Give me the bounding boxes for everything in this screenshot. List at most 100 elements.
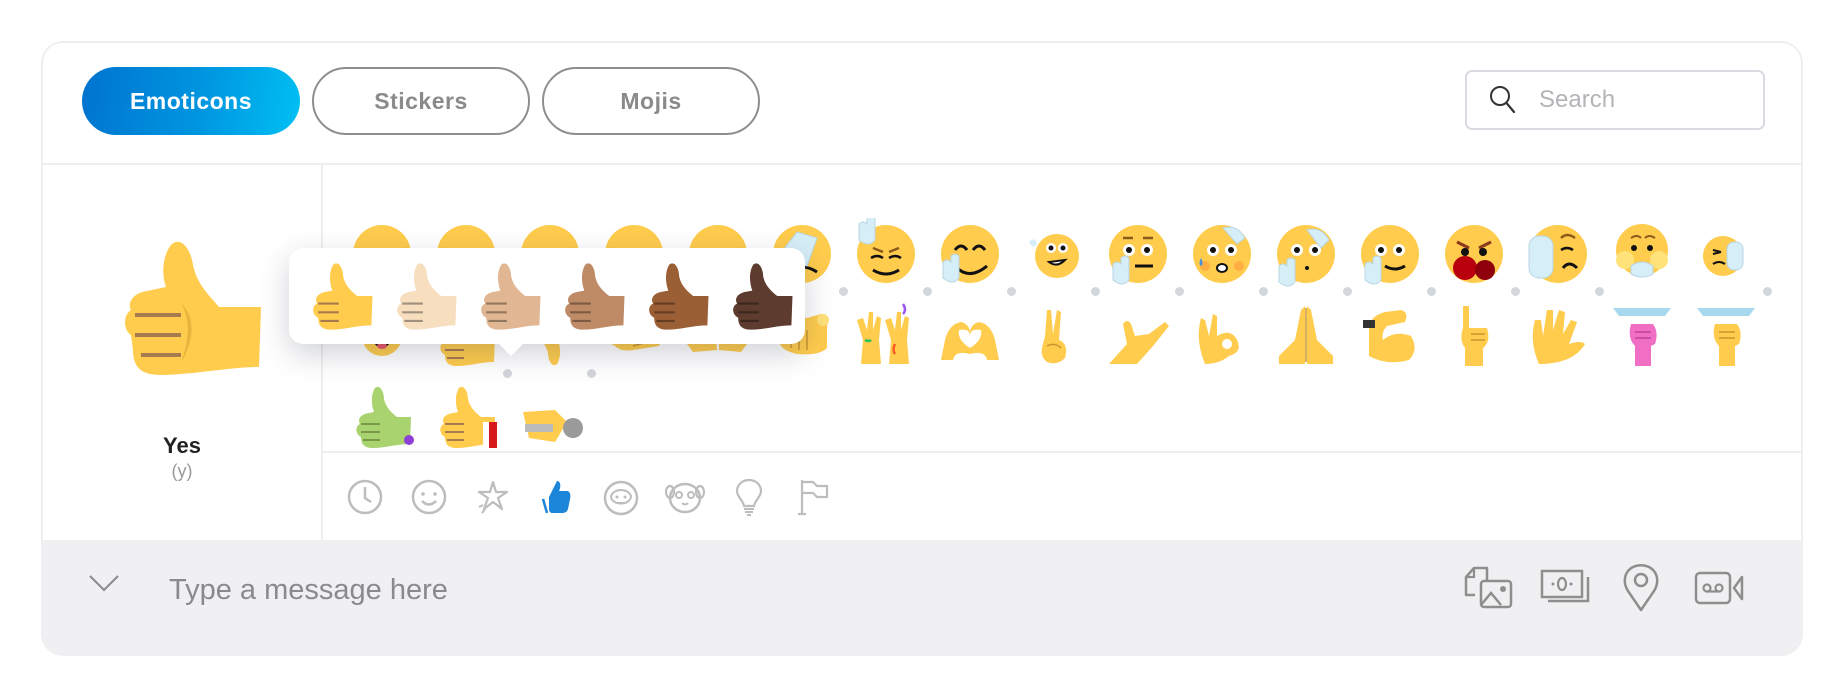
emoji-heart-hands[interactable] — [935, 300, 1005, 370]
heart-hands-icon — [941, 322, 999, 360]
emoji-raised-fist-pink[interactable] — [1607, 300, 1677, 370]
emoji-rock-on-face[interactable] — [851, 215, 921, 288]
video-message-icon — [1694, 571, 1744, 605]
emoji-fingers-crossed-face[interactable] — [935, 218, 1005, 288]
variant-indicator-dot — [839, 287, 848, 296]
emoji-wince-face[interactable] — [1691, 218, 1761, 288]
vulcan-salute-icon — [1532, 310, 1585, 364]
send-money-button[interactable] — [1537, 562, 1593, 614]
call-me-face-icon — [1361, 225, 1419, 285]
tab-stickers[interactable]: Stickers — [312, 67, 530, 135]
search-box[interactable] — [1465, 70, 1765, 130]
thumbs-up-icon — [541, 481, 571, 514]
skin-tone-medium-dark[interactable] — [639, 258, 715, 334]
category-animals[interactable] — [663, 475, 707, 519]
shocked-cover-face-icon — [1616, 224, 1668, 278]
ok-hand-icon — [1198, 314, 1239, 364]
stop-face-icon — [1528, 225, 1587, 283]
emoji-zombie-thumbs-up[interactable] — [347, 382, 417, 451]
preview-emoji-shortcut: (y) — [171, 461, 193, 481]
worried-face-icon — [1193, 225, 1251, 283]
skin-tone-dark[interactable] — [723, 258, 799, 334]
waving-face-icon — [1029, 234, 1079, 278]
search-input[interactable] — [1537, 85, 1741, 115]
emoji-flexed-biceps[interactable] — [1355, 300, 1425, 370]
emoji-hang-loose[interactable] — [1103, 300, 1173, 370]
emoji-praying-hands[interactable] — [1271, 300, 1341, 370]
variant-indicator-dot — [1511, 287, 1520, 296]
smiley-icon — [411, 479, 447, 515]
variant-indicator-dot — [503, 369, 512, 378]
category-sparkle[interactable] — [471, 475, 515, 519]
emoji-boxing-face[interactable] — [1439, 218, 1509, 288]
emoji-victory[interactable] — [1019, 300, 1089, 370]
message-composer — [43, 540, 1801, 654]
emoji-ok-hand[interactable] — [1187, 300, 1257, 370]
thumbs-up-icon — [649, 263, 709, 330]
emoji-santa-thumbs-up[interactable] — [431, 382, 501, 451]
emoji-rock-hand[interactable] — [1439, 300, 1509, 370]
rock-on-face-icon — [857, 215, 915, 283]
variant-indicator-dot — [1427, 287, 1436, 296]
skin-tone-medium-light[interactable] — [471, 258, 547, 334]
emoji-microphone-hand[interactable] — [515, 382, 585, 451]
boxing-face-icon — [1445, 225, 1503, 283]
emoji-hiding-face[interactable] — [1271, 218, 1341, 288]
raised-fist-icon — [1697, 308, 1755, 366]
variant-indicator-dot — [587, 369, 596, 378]
flexed-biceps-icon — [1363, 310, 1415, 363]
thinking-finger-face-icon — [1109, 225, 1167, 285]
flag-icon — [798, 480, 829, 516]
tab-emoticons[interactable]: Emoticons — [82, 67, 300, 135]
skin-tone-light[interactable] — [387, 258, 463, 334]
chevron-down-icon[interactable] — [87, 572, 121, 594]
category-flags[interactable] — [791, 475, 835, 519]
skin-tone-default[interactable] — [303, 258, 379, 334]
thumbs-up-icon — [397, 263, 457, 330]
message-input[interactable] — [167, 565, 1071, 615]
emoji-worried-face[interactable] — [1187, 218, 1257, 288]
emoji-waving-face[interactable] — [1019, 218, 1089, 288]
category-hands[interactable] — [535, 475, 579, 519]
category-smileys[interactable] — [407, 475, 451, 519]
send-file-button[interactable] — [1461, 562, 1517, 614]
clock-icon — [347, 479, 383, 515]
variant-indicator-dot — [1763, 287, 1772, 296]
emoji-preview-panel: Yes (y) — [43, 165, 323, 540]
variant-indicator-dot — [923, 287, 932, 296]
emoji-stop-face[interactable] — [1523, 218, 1593, 288]
emoji-raised-fist[interactable] — [1691, 300, 1761, 370]
emoji-vulcan-salute[interactable] — [1523, 300, 1593, 370]
thumbs-up-icon — [565, 263, 625, 330]
category-recent[interactable] — [343, 475, 387, 519]
thumbs-up-icon — [125, 241, 261, 375]
emoji-call-me-face[interactable] — [1355, 218, 1425, 288]
emoji-shocked-cover-face[interactable] — [1607, 218, 1677, 288]
money-icon — [1540, 569, 1590, 603]
emoji-thinking-finger-face[interactable] — [1103, 218, 1173, 288]
lightbulb-icon — [735, 478, 763, 516]
raised-fist-pink-icon — [1613, 308, 1671, 366]
tab-mojis[interactable]: Mojis — [542, 67, 760, 135]
thumbs-up-icon — [481, 263, 541, 330]
preview-emoji-name: Yes — [163, 433, 201, 458]
category-people[interactable] — [599, 475, 643, 519]
category-bar — [323, 453, 1801, 540]
send-location-button[interactable] — [1613, 562, 1669, 614]
location-pin-icon — [1623, 564, 1659, 612]
popup-arrow — [497, 342, 525, 356]
variant-indicator-dot — [1259, 287, 1268, 296]
variant-indicator-dot — [1091, 287, 1100, 296]
fingers-crossed-face-icon — [941, 225, 999, 283]
emoji-hands-celebrate[interactable] — [851, 300, 921, 370]
search-icon — [1490, 86, 1516, 114]
picker-header: Emoticons Stickers Mojis — [43, 43, 1801, 165]
video-message-button[interactable] — [1691, 562, 1747, 614]
category-objects[interactable] — [727, 475, 771, 519]
person-face-icon — [603, 480, 639, 516]
skin-tone-medium[interactable] — [555, 258, 631, 334]
microphone-hand-icon — [523, 410, 583, 442]
panda-icon — [664, 482, 706, 514]
hang-loose-icon — [1109, 321, 1169, 364]
praying-hands-icon — [1279, 306, 1333, 364]
